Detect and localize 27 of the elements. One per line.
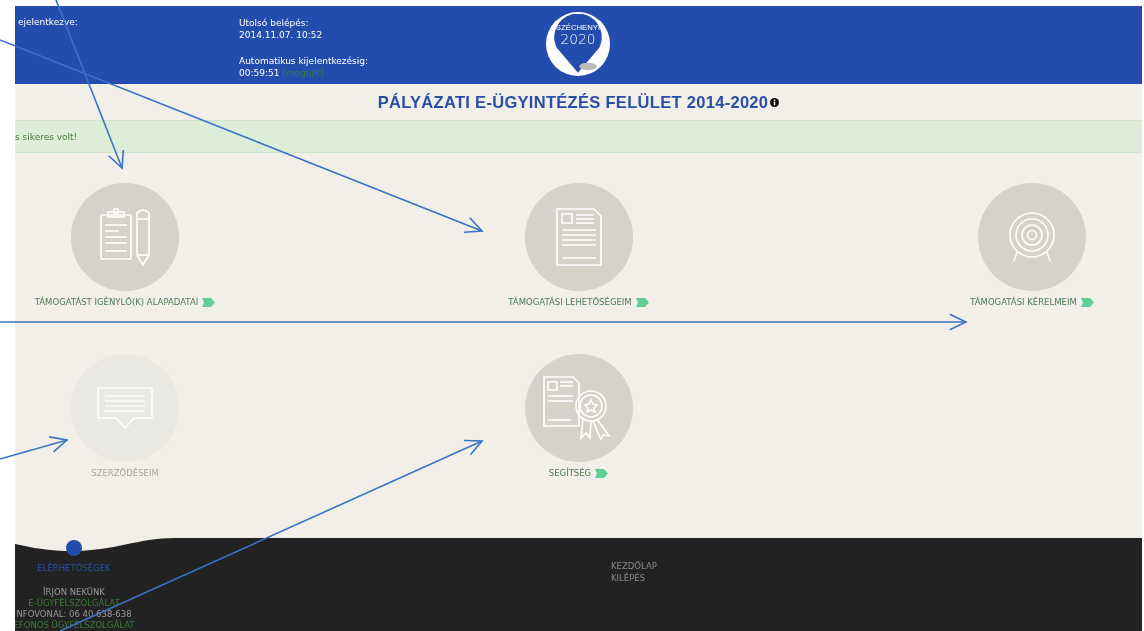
tile-link[interactable]: SEGÍTSÉG: [548, 468, 592, 478]
document-icon: [555, 208, 602, 266]
footer-text: NFOVONAL: 06 40 638-638: [16, 609, 132, 619]
tile-link[interactable]: TÁMOGATÁSI LEHETŐSÉGEIM: [508, 297, 632, 307]
footer-link[interactable]: E-ÜGYFÉLSZOLGÁLAT: [28, 598, 120, 609]
clipboard-pencil-icon: [99, 207, 151, 267]
footer-nav-link[interactable]: KILÉPÉS: [611, 572, 657, 584]
arrow-tag-icon: [635, 297, 649, 307]
success-message: s sikeres volt!: [15, 131, 78, 142]
last-login-time: 2014.11.07. 10:52: [239, 29, 324, 41]
arrow-tag-icon: [1080, 297, 1094, 307]
arrow-tag-icon: [202, 297, 216, 307]
tile-link[interactable]: TÁMOGATÁST IGÉNYLŐ(K) ALAPADATAI: [34, 297, 199, 307]
footer-text: ÍRJON NEKÜNK: [43, 587, 105, 598]
page-title: PÁLYÁZATI E-ÜGYINTÉZÉS FELÜLET 2014-2020: [377, 92, 769, 112]
logged-in-label: ejelentkezve:: [18, 17, 78, 27]
auto-logout-label: Automatikus kijelentkezésig:: [239, 55, 370, 67]
info-icon[interactable]: [770, 97, 780, 107]
arrow-tag-icon: [595, 468, 609, 478]
last-login-label: Utolsó belépés:: [239, 17, 310, 29]
speech-bubble-icon: [96, 386, 154, 430]
contact-dot: [66, 540, 82, 556]
target-icon: [1008, 212, 1056, 262]
footer-nav-link[interactable]: KEZDŐLAP: [611, 560, 657, 572]
tile-link[interactable]: TÁMOGATÁSI KÉRELMEIM: [970, 297, 1077, 307]
contacts-heading: ELÉRHETŐSÉGEK: [37, 563, 111, 574]
auto-logout-timer: 00:59:51: [239, 68, 280, 78]
